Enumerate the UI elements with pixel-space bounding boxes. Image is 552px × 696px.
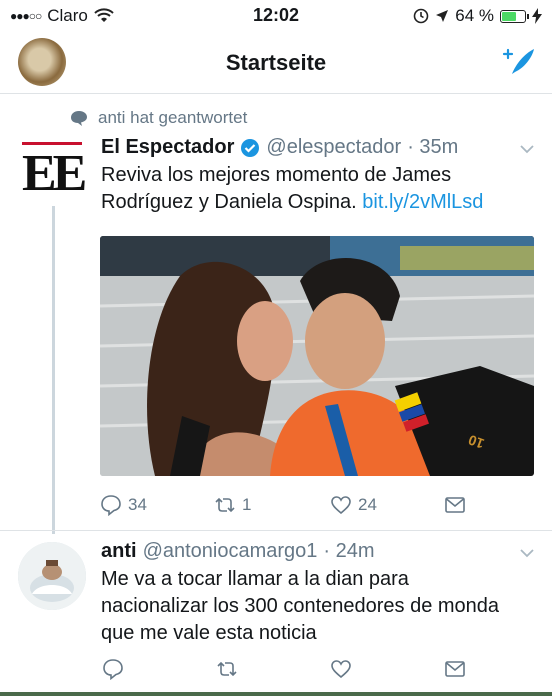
battery-icon — [500, 9, 529, 23]
retweet-icon — [215, 497, 235, 513]
battery-percent: 64 % — [455, 6, 494, 25]
tweet-1-link[interactable]: bit.ly/2vMlLsd — [362, 191, 483, 213]
alarm-icon — [413, 8, 429, 24]
location-icon — [436, 10, 449, 22]
tweet-1-photo[interactable]: 10 — [100, 236, 534, 476]
like-button[interactable]: 24 — [330, 494, 377, 516]
like-icon — [331, 496, 351, 515]
reply-icon — [103, 659, 123, 680]
tweet-1-handle[interactable]: @elespectador — [266, 136, 401, 159]
reply-icon — [101, 495, 121, 516]
tweet-1-text: Reviva los mejores momento de James Rodr… — [101, 162, 541, 216]
dm-icon — [445, 661, 465, 677]
retweet-button[interactable] — [216, 658, 238, 680]
bottom-edge — [0, 692, 552, 696]
speech-bubble-icon — [71, 111, 87, 126]
tweet-2-header: anti @antoniocamargo1 · 24m — [101, 540, 375, 563]
dm-button[interactable] — [444, 658, 466, 680]
reply-context[interactable]: anti hat geantwortet — [70, 108, 247, 128]
retweet-count: 1 — [242, 495, 252, 514]
tweet-divider — [0, 530, 552, 531]
nav-bar: Startseite — [0, 32, 552, 94]
dm-icon — [445, 497, 465, 513]
reply-button[interactable]: 34 — [100, 494, 147, 516]
tweet-1-time: · 35m — [407, 136, 459, 158]
like-button[interactable] — [330, 658, 352, 680]
anti-avatar[interactable] — [18, 542, 86, 610]
logo-text: EE — [22, 145, 87, 202]
el-espectador-avatar[interactable]: EE — [22, 142, 87, 204]
page-title: Startseite — [225, 50, 327, 75]
like-icon — [331, 660, 351, 679]
thread-line — [52, 206, 55, 534]
like-count: 24 — [358, 495, 377, 514]
anti-avatar-image — [18, 542, 86, 610]
tweet-2-handle[interactable]: @antoniocamargo1 — [143, 540, 318, 563]
reply-button[interactable] — [102, 658, 124, 680]
verified-icon — [241, 138, 260, 157]
charging-icon — [532, 8, 542, 24]
tweet-2-author-name[interactable]: anti — [101, 540, 137, 563]
tweet-2-text: Me va a tocar llamar a la dian para naci… — [101, 568, 500, 644]
status-bar: ●●●○○ Claro 12:02 64 % — [0, 0, 552, 32]
status-right: 64 % — [413, 6, 542, 26]
tweet-1-header: El Espectador @elespectador · 35m — [101, 136, 458, 159]
retweet-button[interactable]: 1 — [214, 494, 251, 516]
caret-down-icon[interactable] — [520, 144, 534, 154]
reply-context-text: anti hat geantwortet — [98, 108, 248, 127]
dm-button[interactable] — [444, 494, 466, 516]
photo-content: 10 — [100, 236, 534, 476]
caret-down-icon[interactable] — [520, 548, 534, 558]
retweet-icon — [217, 661, 237, 677]
reply-count: 34 — [128, 495, 147, 514]
tweet-2-time: · 24m — [323, 540, 375, 562]
compose-icon[interactable] — [502, 44, 538, 80]
tweet-1-author-name[interactable]: El Espectador — [101, 136, 234, 159]
